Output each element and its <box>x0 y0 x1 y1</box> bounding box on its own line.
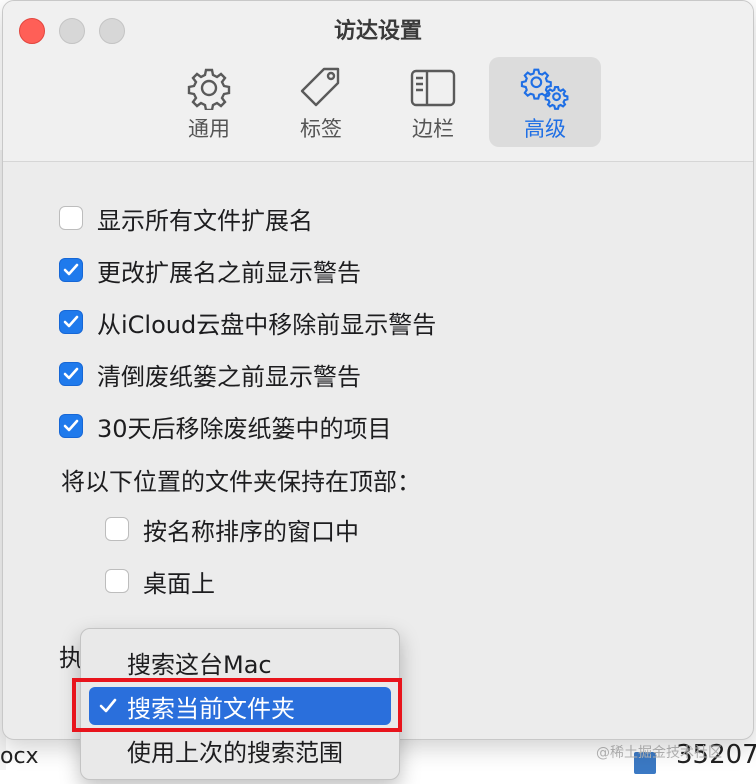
checkbox[interactable] <box>59 362 83 386</box>
tab-general-label: 通用 <box>188 117 230 141</box>
annotation-highlight-box <box>72 678 402 732</box>
option-warn-icloud-remove[interactable]: 从iCloud云盘中移除前显示警告 <box>59 305 436 339</box>
option-label: 按名称排序的窗口中 <box>143 517 359 546</box>
watermark: @稀土掘金技术社区 <box>596 745 722 761</box>
settings-toolbar: 通用 标签 边栏 高级 <box>153 57 601 147</box>
option-warn-empty-trash[interactable]: 清倒废纸篓之前显示警告 <box>59 357 361 391</box>
checkbox[interactable] <box>59 310 83 334</box>
checkbox[interactable] <box>105 517 129 541</box>
menu-item-use-previous-scope[interactable]: 使用上次的搜索范围 <box>89 731 391 769</box>
option-label: 清倒废纸篓之前显示警告 <box>97 362 361 391</box>
gear-icon <box>184 65 234 111</box>
tab-tags[interactable]: 标签 <box>265 57 377 147</box>
sidebar-icon <box>408 65 458 111</box>
menu-item-search-this-mac[interactable]: 搜索这台Mac <box>89 643 391 681</box>
background-file-name: ocx <box>0 744 39 769</box>
checkbox[interactable] <box>59 414 83 438</box>
tab-general[interactable]: 通用 <box>153 57 265 147</box>
option-remove-trash-30-days[interactable]: 30天后移除废纸篓中的项目 <box>59 409 392 443</box>
search-scope-label: 执 <box>59 644 81 672</box>
checkbox[interactable] <box>59 258 83 282</box>
tab-advanced-label: 高级 <box>524 117 566 141</box>
title-bar: 访达设置 通用 标签 边栏 高级 <box>3 1 753 162</box>
keep-folders-on-top-label: 将以下位置的文件夹保持在顶部： <box>61 468 421 496</box>
tab-advanced[interactable]: 高级 <box>489 57 601 147</box>
checkmark-icon <box>63 367 79 380</box>
option-label: 更改扩展名之前显示警告 <box>97 258 361 287</box>
menu-item-label: 搜索这台Mac <box>127 650 272 679</box>
option-label: 30天后移除废纸篓中的项目 <box>97 414 392 443</box>
checkmark-icon <box>63 315 79 328</box>
tab-tags-label: 标签 <box>300 117 342 141</box>
gears-icon <box>520 65 570 111</box>
checkmark-icon <box>63 419 79 432</box>
menu-item-label: 使用上次的搜索范围 <box>127 738 343 767</box>
checkbox[interactable] <box>105 569 129 593</box>
checkbox[interactable] <box>59 206 83 230</box>
option-show-extensions[interactable]: 显示所有文件扩展名 <box>59 201 313 235</box>
option-folders-top-desktop[interactable]: 桌面上 <box>105 564 215 598</box>
option-warn-change-extension[interactable]: 更改扩展名之前显示警告 <box>59 253 361 287</box>
option-label: 桌面上 <box>143 569 215 598</box>
tab-sidebar[interactable]: 边栏 <box>377 57 489 147</box>
window-title: 访达设置 <box>333 19 422 44</box>
checkmark-icon <box>63 263 79 276</box>
tab-sidebar-label: 边栏 <box>412 117 454 141</box>
option-folders-top-windows[interactable]: 按名称排序的窗口中 <box>105 512 359 546</box>
tag-icon <box>296 65 346 111</box>
option-label: 显示所有文件扩展名 <box>97 206 313 235</box>
option-label: 从iCloud云盘中移除前显示警告 <box>97 310 437 339</box>
